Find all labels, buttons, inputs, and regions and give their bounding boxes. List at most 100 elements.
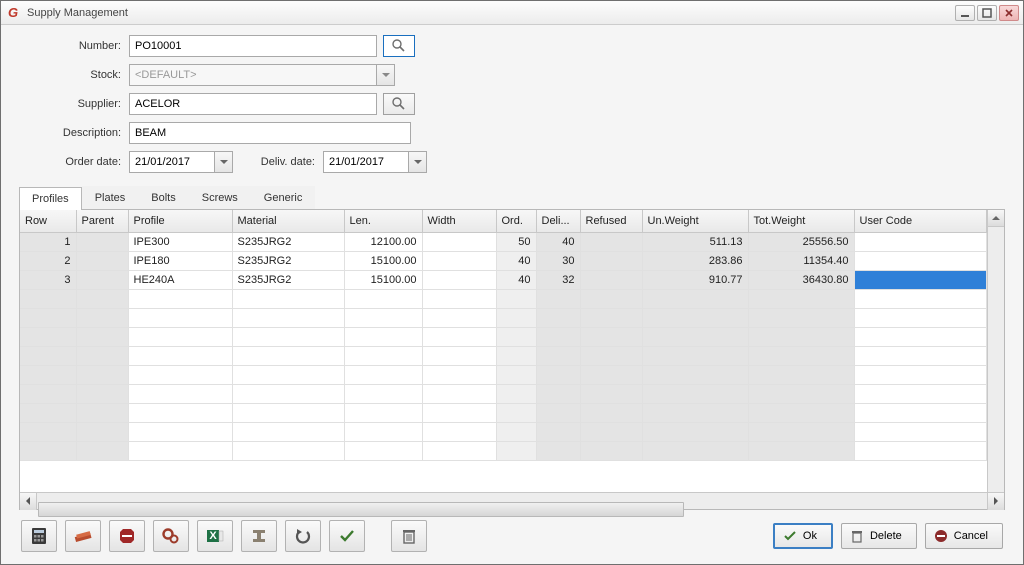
cell-material[interactable]: S235JRG2: [232, 232, 344, 251]
cell-width[interactable]: [422, 232, 496, 251]
col-parent[interactable]: Parent: [76, 210, 128, 232]
profile-shape-button[interactable]: [241, 520, 277, 552]
delivdate-picker-button[interactable]: [409, 151, 427, 173]
cell-width[interactable]: [422, 308, 496, 327]
cell-len[interactable]: [344, 327, 422, 346]
cell-deli[interactable]: 30: [536, 251, 580, 270]
cell-parent[interactable]: [76, 289, 128, 308]
cell-material[interactable]: S235JRG2: [232, 251, 344, 270]
cell-ord[interactable]: [496, 327, 536, 346]
cell-row[interactable]: [20, 289, 76, 308]
scroll-thumb[interactable]: [38, 502, 684, 517]
cell-material[interactable]: [232, 289, 344, 308]
cell-totweight[interactable]: [748, 346, 854, 365]
cell-unweight[interactable]: 511.13: [642, 232, 748, 251]
col-totweight[interactable]: Tot.Weight: [748, 210, 854, 232]
cell-row[interactable]: 3: [20, 270, 76, 289]
cell-profile[interactable]: IPE300: [128, 232, 232, 251]
cell-material[interactable]: S235JRG2: [232, 270, 344, 289]
cell-material[interactable]: [232, 365, 344, 384]
cell-material[interactable]: [232, 441, 344, 460]
cell-width[interactable]: [422, 422, 496, 441]
cell-deli[interactable]: [536, 384, 580, 403]
cell-len[interactable]: 15100.00: [344, 251, 422, 270]
cell-row[interactable]: [20, 346, 76, 365]
cell-parent[interactable]: [76, 270, 128, 289]
cell-deli[interactable]: [536, 327, 580, 346]
stop-button[interactable]: [109, 520, 145, 552]
cell-totweight[interactable]: [748, 403, 854, 422]
cell-unweight[interactable]: [642, 441, 748, 460]
tab-screws[interactable]: Screws: [189, 186, 251, 209]
cell-row[interactable]: [20, 365, 76, 384]
cell-row[interactable]: [20, 422, 76, 441]
excel-export-button[interactable]: X: [197, 520, 233, 552]
stock-select[interactable]: <DEFAULT>: [129, 64, 377, 86]
cell-usercode[interactable]: [854, 346, 987, 365]
cell-usercode[interactable]: [854, 441, 987, 460]
cell-ord[interactable]: [496, 403, 536, 422]
cell-ord[interactable]: 40: [496, 251, 536, 270]
cell-len[interactable]: [344, 403, 422, 422]
minimize-button[interactable]: [955, 5, 975, 21]
cell-width[interactable]: [422, 289, 496, 308]
tab-bolts[interactable]: Bolts: [138, 186, 188, 209]
cell-unweight[interactable]: 910.77: [642, 270, 748, 289]
cell-totweight[interactable]: [748, 365, 854, 384]
cell-row[interactable]: [20, 441, 76, 460]
cell-usercode[interactable]: [854, 289, 987, 308]
stock-dropdown-button[interactable]: [377, 64, 395, 86]
cell-usercode[interactable]: [854, 327, 987, 346]
delete-row-button[interactable]: [391, 520, 427, 552]
cell-row[interactable]: [20, 308, 76, 327]
cell-parent[interactable]: [76, 403, 128, 422]
undo-button[interactable]: [285, 520, 321, 552]
cell-deli[interactable]: [536, 422, 580, 441]
tab-generic[interactable]: Generic: [251, 186, 316, 209]
cell-profile[interactable]: IPE180: [128, 251, 232, 270]
cell-parent[interactable]: [76, 441, 128, 460]
col-profile[interactable]: Profile: [128, 210, 232, 232]
cell-ord[interactable]: [496, 422, 536, 441]
cell-ord[interactable]: [496, 346, 536, 365]
cell-width[interactable]: [422, 384, 496, 403]
cell-refused[interactable]: [580, 251, 642, 270]
cell-totweight[interactable]: [748, 422, 854, 441]
cell-row[interactable]: 2: [20, 251, 76, 270]
cell-len[interactable]: [344, 346, 422, 365]
cell-parent[interactable]: [76, 251, 128, 270]
table-row[interactable]: [20, 422, 987, 441]
cell-row[interactable]: 1: [20, 232, 76, 251]
table-row[interactable]: [20, 308, 987, 327]
settings-button[interactable]: [153, 520, 189, 552]
table-row[interactable]: [20, 441, 987, 460]
col-width[interactable]: Width: [422, 210, 496, 232]
cell-material[interactable]: [232, 403, 344, 422]
cell-totweight[interactable]: 25556.50: [748, 232, 854, 251]
col-row[interactable]: Row: [20, 210, 76, 232]
cell-refused[interactable]: [580, 441, 642, 460]
cell-parent[interactable]: [76, 422, 128, 441]
cell-width[interactable]: [422, 251, 496, 270]
cell-refused[interactable]: [580, 384, 642, 403]
delete-button[interactable]: Delete: [841, 523, 917, 549]
cell-len[interactable]: [344, 308, 422, 327]
supplier-lookup-button[interactable]: [383, 93, 415, 115]
cell-material[interactable]: [232, 327, 344, 346]
bars-button[interactable]: [65, 520, 101, 552]
cell-parent[interactable]: [76, 365, 128, 384]
cell-profile[interactable]: [128, 403, 232, 422]
cell-unweight[interactable]: 283.86: [642, 251, 748, 270]
table-row[interactable]: 1IPE300S235JRG212100.005040511.1325556.5…: [20, 232, 987, 251]
cell-len[interactable]: 12100.00: [344, 232, 422, 251]
cell-refused[interactable]: [580, 289, 642, 308]
cell-refused[interactable]: [580, 270, 642, 289]
cell-parent[interactable]: [76, 327, 128, 346]
cell-ord[interactable]: [496, 289, 536, 308]
cell-usercode[interactable]: [854, 403, 987, 422]
cell-usercode[interactable]: [854, 365, 987, 384]
col-len[interactable]: Len.: [344, 210, 422, 232]
col-refused[interactable]: Refused: [580, 210, 642, 232]
cell-unweight[interactable]: [642, 289, 748, 308]
col-deli[interactable]: Deli...: [536, 210, 580, 232]
